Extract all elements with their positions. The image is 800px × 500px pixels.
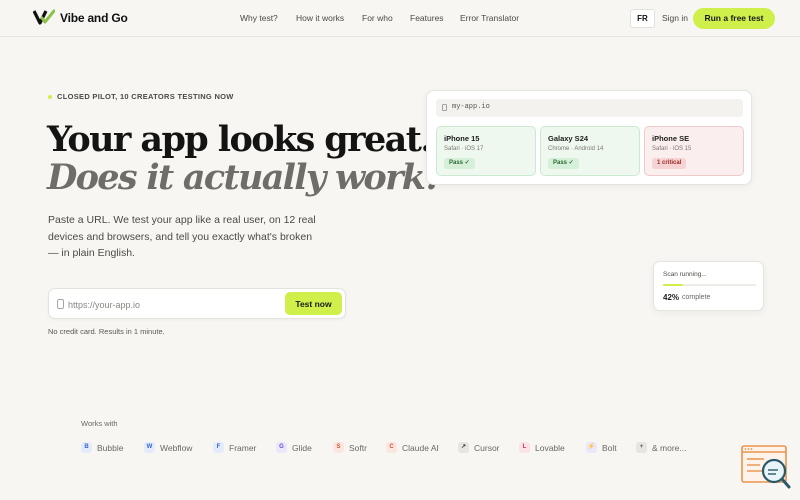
glide-icon: G: [276, 442, 287, 453]
platform-name: Webflow: [160, 442, 193, 453]
platform-glide[interactable]: G Glide: [276, 442, 312, 453]
language-switch-button[interactable]: FR: [630, 9, 655, 28]
device-name: iPhone 15: [444, 134, 480, 143]
framer-icon: F: [213, 442, 224, 453]
nav-link-how-it-works[interactable]: How it works: [296, 13, 344, 23]
platform-more[interactable]: + & more...: [636, 442, 686, 453]
hero-description: Paste a URL. We test your app like a rea…: [48, 214, 316, 259]
plus-icon: +: [636, 442, 647, 453]
phone-icon: [442, 104, 447, 111]
scan-progress-fill: [663, 284, 683, 286]
platform-name: & more...: [652, 442, 687, 453]
hero-headline: Your app looks great.: [47, 119, 433, 160]
device-name: Galaxy S24: [548, 134, 589, 143]
platform-bolt[interactable]: ⚡ Bolt: [586, 442, 617, 453]
test-now-button[interactable]: Test now: [285, 292, 342, 315]
cursor-icon: ↗: [458, 442, 469, 453]
device-result-iphone-15: iPhone 15 Safari · iOS 17 Pass ✓: [436, 126, 536, 176]
lovable-icon: L: [519, 442, 530, 453]
nav-link-for-who[interactable]: For who: [362, 13, 393, 23]
address-text: my-app.io: [452, 103, 490, 111]
platform-lovable[interactable]: L Lovable: [519, 442, 565, 453]
platform-bubble[interactable]: B Bubble: [81, 442, 123, 453]
webflow-icon: W: [144, 442, 155, 453]
nav-link-why-test[interactable]: Why test?: [240, 13, 278, 23]
platform-cursor[interactable]: ↗ Cursor: [458, 442, 500, 453]
scan-progress-bar: [663, 284, 756, 286]
nav-link-error-translator[interactable]: Error Translator: [460, 13, 519, 23]
platform-softr[interactable]: S Softr: [333, 442, 367, 453]
works-with-label: Works with: [81, 419, 118, 428]
platform-name: Lovable: [535, 442, 565, 453]
device-result-galaxy-s24: Galaxy S24 Chrome · Android 14 Pass ✓: [540, 126, 640, 176]
bubble-icon: B: [81, 442, 92, 453]
platform-name: Framer: [229, 442, 257, 453]
platform-framer[interactable]: F Framer: [213, 442, 256, 453]
platform-name: Softr: [349, 442, 367, 453]
scan-complete-label: complete: [682, 294, 711, 301]
softr-icon: S: [333, 442, 344, 453]
device-browser: Safari · iOS 15: [652, 146, 692, 152]
status-badge: Pass ✓: [548, 158, 579, 169]
platform-claude-ai[interactable]: C Claude AI: [386, 442, 439, 453]
platform-name: Cursor: [474, 442, 500, 453]
bolt-icon: ⚡: [586, 442, 597, 453]
pilot-eyebrow: CLOSED PILOT, 10 CREATORS TESTING NOW: [48, 92, 234, 101]
device-browser: Safari · iOS 17: [444, 146, 484, 152]
platform-webflow[interactable]: W Webflow: [144, 442, 192, 453]
run-free-test-button[interactable]: Run a free test: [693, 8, 775, 29]
status-badge: Pass ✓: [444, 158, 475, 169]
platform-name: Claude AI: [402, 442, 439, 453]
hero-headline-italic: Does it actually work?: [47, 157, 445, 198]
platform-name: Glide: [292, 442, 312, 453]
device-result-iphone-se: iPhone SE Safari · iOS 15 1 critical: [644, 126, 744, 176]
scan-percent: 42%: [663, 293, 680, 302]
platform-name: Bolt: [602, 442, 617, 453]
no-credit-card-note: No credit card. Results in 1 minute.: [48, 327, 165, 336]
device-preview-card: my-app.io iPhone 15 Safari · iOS 17 Pass…: [426, 90, 752, 185]
address-bar: my-app.io: [436, 99, 743, 117]
status-dot-icon: [48, 94, 52, 99]
sign-in-link[interactable]: Sign in: [662, 13, 688, 23]
device-name: iPhone SE: [652, 134, 690, 143]
phone-icon: [57, 299, 64, 309]
url-test-form: Test now: [48, 288, 346, 319]
platform-name: Bubble: [97, 442, 124, 453]
top-nav: Vibe and Go Why test? How it works For w…: [0, 0, 800, 37]
device-browser: Chrome · Android 14: [548, 146, 604, 152]
nav-link-features[interactable]: Features: [410, 13, 444, 23]
eyebrow-text: CLOSED PILOT, 10 CREATORS TESTING NOW: [57, 92, 234, 101]
claude-icon: C: [386, 442, 397, 453]
scan-progress-card: Scan running... 42% complete: [653, 261, 764, 311]
scan-label: Scan running...: [663, 271, 707, 278]
url-input[interactable]: [68, 296, 268, 313]
status-badge: 1 critical: [652, 158, 687, 169]
search-report-widget-icon[interactable]: [740, 444, 792, 490]
